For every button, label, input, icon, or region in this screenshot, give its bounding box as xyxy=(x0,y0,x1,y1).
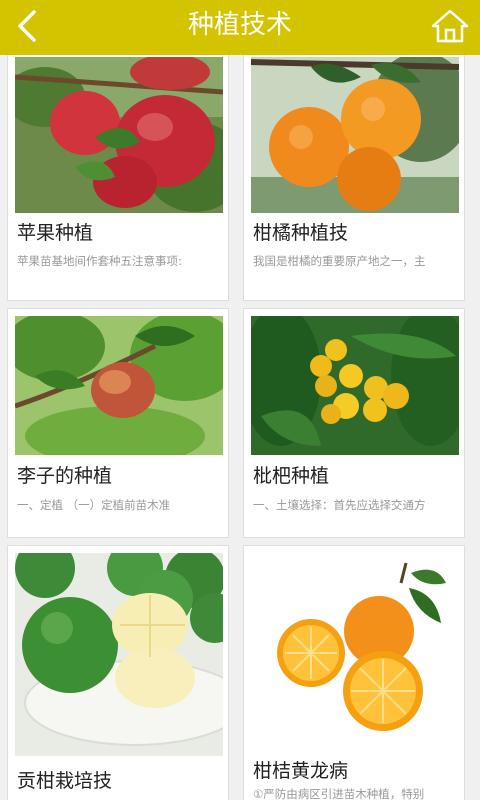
home-button[interactable] xyxy=(428,6,472,46)
card-citrus-greening[interactable]: 柑桔黄龙病 ①严防由病区引进苗木种植，特别 xyxy=(243,545,465,800)
card-apple[interactable]: 苹果种植 苹果苗基地间作套种五注意事项: xyxy=(7,55,229,301)
citrus-image xyxy=(251,57,459,213)
card-title: 苹果种植 xyxy=(17,222,94,244)
card-gonggan[interactable]: 贡柑栽培技 xyxy=(7,545,229,800)
app-header: 种植技术 xyxy=(0,0,480,55)
loquat-image xyxy=(251,316,459,455)
card-citrus[interactable]: 柑橘种植技 我国是柑橘的重要原产地之一，主 xyxy=(243,55,465,301)
page-title: 种植技术 xyxy=(187,10,292,40)
article-grid[interactable]: 苹果种植 苹果苗基地间作套种五注意事项: 柑橘种植技 我国是柑橘的重要原产地之一… xyxy=(0,55,480,800)
card-title: 李子的种植 xyxy=(17,465,113,487)
plum-image xyxy=(15,316,223,455)
home-icon xyxy=(431,9,469,43)
card-plum[interactable]: 李子的种植 一、定植 （一）定植前苗木准 xyxy=(7,308,229,538)
card-summary: 一、土壤选择：首先应选择交通方 xyxy=(253,498,426,512)
card-summary: 苹果苗基地间作套种五注意事项: xyxy=(17,254,182,268)
card-title: 枇杷种植 xyxy=(253,465,330,487)
apple-image xyxy=(15,57,223,213)
card-title: 柑桔黄龙病 xyxy=(253,760,349,782)
card-summary: ①严防由病区引进苗木种植，特别 xyxy=(253,787,425,800)
card-summary: 一、定植 （一）定植前苗木准 xyxy=(17,498,171,512)
card-loquat[interactable]: 枇杷种植 一、土壤选择：首先应选择交通方 xyxy=(243,308,465,538)
orange-image xyxy=(251,553,459,733)
card-title: 贡柑栽培技 xyxy=(17,770,113,792)
card-title: 柑橘种植技 xyxy=(253,222,349,244)
card-summary: 我国是柑橘的重要原产地之一，主 xyxy=(253,254,426,268)
gonggan-image xyxy=(15,553,223,756)
